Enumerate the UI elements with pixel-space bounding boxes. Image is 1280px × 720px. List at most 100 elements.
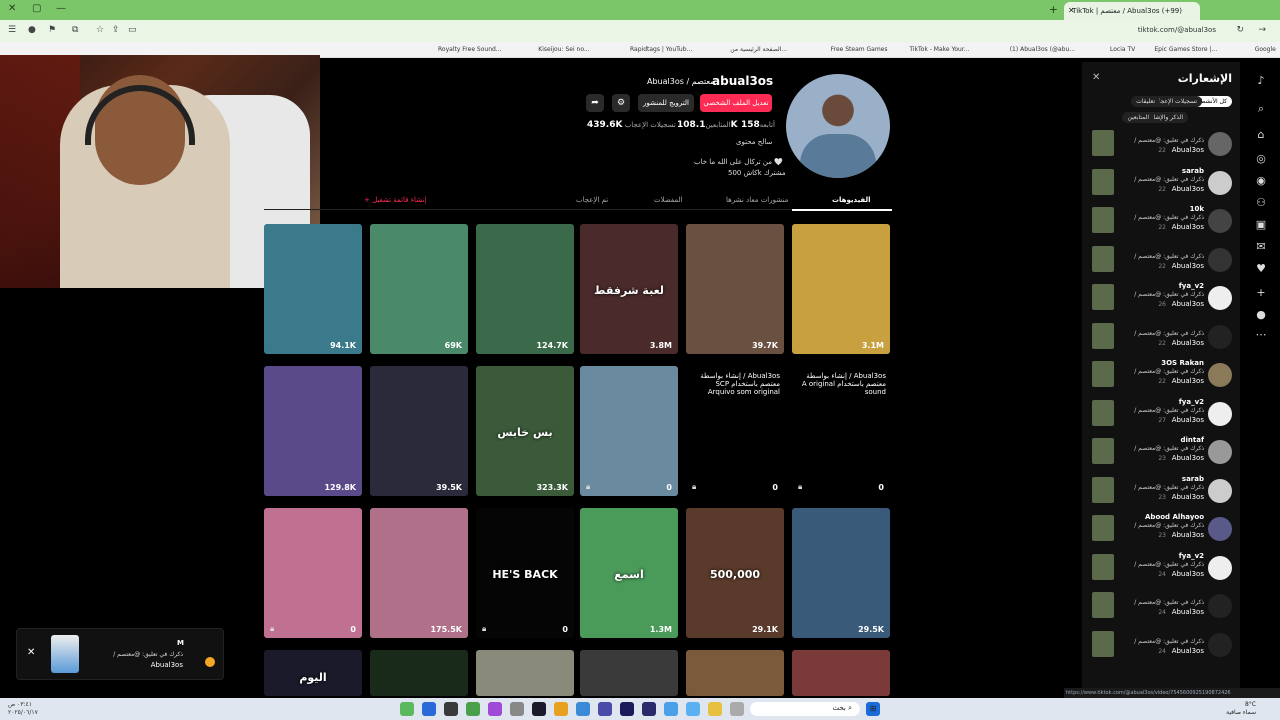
avatar[interactable] xyxy=(1208,324,1232,349)
notification-video-thumb[interactable] xyxy=(1092,130,1114,156)
profile-icon[interactable]: ● xyxy=(1252,306,1270,324)
video-thumbnail[interactable] xyxy=(370,650,468,696)
home-icon[interactable]: ⌂ xyxy=(1252,126,1270,144)
video-thumbnail[interactable]: Abual3os / إنشاء بواسطة معتصم باستخدام A… xyxy=(792,366,890,496)
notification-video-thumb[interactable] xyxy=(1092,553,1114,580)
video-thumbnail[interactable]: 124.7K xyxy=(476,224,574,354)
create-playlist-button[interactable]: + إنشاء قائمة تشغيل xyxy=(364,196,426,204)
video-thumbnail[interactable] xyxy=(476,650,574,696)
taskbar-search[interactable]: بحث ⌕ xyxy=(750,702,860,716)
avatar[interactable] xyxy=(1208,401,1232,426)
live-icon[interactable]: ▣ xyxy=(1252,216,1270,234)
app-icon[interactable] xyxy=(466,702,480,716)
avatar[interactable] xyxy=(1208,170,1232,195)
notification-video-thumb[interactable] xyxy=(1092,207,1114,233)
app-icon[interactable] xyxy=(730,702,744,716)
messages-icon[interactable]: ✉ xyxy=(1252,238,1270,256)
bookmark-item[interactable]: Rapidtags | YouTub... xyxy=(630,46,692,53)
video-thumbnail[interactable]: 29.5K xyxy=(792,508,890,638)
video-thumbnail[interactable]: 69K xyxy=(370,224,468,354)
bookmark-item[interactable]: الصفحة الرئيسية من... xyxy=(730,46,787,53)
url-field[interactable]: tiktok.com/@abual3os xyxy=(1138,26,1216,34)
app-icon[interactable] xyxy=(488,702,502,716)
notification-item[interactable]: fya_v2 ذكرك في تعليق: @معتصم / Abual3os 24 xyxy=(1090,552,1232,586)
notification-item[interactable]: ذكرك في تعليق: @معتصم / Abual3os 22 xyxy=(1090,321,1232,355)
notification-item[interactable]: ذكرك في تعليق: @معتصم / Abual3os 22 xyxy=(1090,128,1232,162)
bookmark-item[interactable]: Locia TV xyxy=(1110,46,1135,53)
friends-icon[interactable]: ⚇ xyxy=(1252,194,1270,212)
notification-filter-chip[interactable]: تعليقات xyxy=(1131,96,1160,107)
notification-item[interactable]: dintaf ذكرك في تعليق: @معتصم / Abual3os 23 xyxy=(1090,436,1232,470)
tab-favorites[interactable]: المفضلات xyxy=(654,196,683,204)
following-stat[interactable]: أتابعه158 xyxy=(738,120,775,130)
app-icon[interactable] xyxy=(510,702,524,716)
bookmark-item[interactable]: Kiseijou: Sei no... xyxy=(538,46,589,53)
share-icon[interactable]: ⇪ xyxy=(112,25,120,35)
forward-icon[interactable]: → xyxy=(1258,25,1266,35)
notification-video-thumb[interactable] xyxy=(1092,322,1114,349)
explore-icon[interactable]: ◎ xyxy=(1252,150,1270,168)
bookmark-item[interactable]: (1) Abual3os (@abu... xyxy=(1010,46,1075,53)
close-toast-icon[interactable]: ✕ xyxy=(27,647,35,658)
browser-tab[interactable]: ✕ (99+) Abual3os / معتصم | TikTok xyxy=(1064,2,1200,20)
avatar[interactable] xyxy=(1208,247,1232,272)
video-thumbnail[interactable]: 500,000 29.1K xyxy=(686,508,784,638)
video-thumbnail[interactable]: HE'S BACK 0 🔒︎ xyxy=(476,508,574,638)
notification-video-thumb[interactable] xyxy=(1092,630,1114,657)
avatar[interactable] xyxy=(1208,478,1232,503)
app-icon[interactable] xyxy=(554,702,568,716)
video-thumbnail[interactable] xyxy=(580,650,678,696)
notification-video-thumb[interactable] xyxy=(1092,361,1114,387)
avatar[interactable] xyxy=(1208,517,1232,541)
new-tab-button[interactable]: + xyxy=(1049,3,1058,16)
notification-item[interactable]: ذكرك في تعليق: @معتصم / Abual3os 22 xyxy=(1090,244,1232,278)
notification-item[interactable]: ذكرك في تعليق: @معتصم / Abual3os 24 xyxy=(1090,629,1232,663)
video-thumbnail[interactable]: Abual3os / إنشاء بواسطة معتصم باستخدام S… xyxy=(686,366,784,496)
profile-avatar[interactable] xyxy=(786,74,890,178)
notification-video-thumb[interactable] xyxy=(1092,476,1114,503)
avatar[interactable] xyxy=(1208,632,1232,657)
followers-stat[interactable]: المتابعين108.1K xyxy=(674,120,738,130)
bookmark-item[interactable]: Google xyxy=(1255,46,1276,53)
video-thumbnail[interactable]: 0 🔒︎ xyxy=(264,508,362,638)
settings-gear-icon[interactable]: ⚙ xyxy=(612,94,630,112)
bookmark-item[interactable]: TikTok - Make Your... xyxy=(909,46,969,53)
notification-toast[interactable]: ✕ M ذكرك في تعليق: @معتصم / Abual3os xyxy=(16,628,224,680)
windows-start-icon[interactable]: ⊞ xyxy=(866,702,880,716)
avatar[interactable] xyxy=(1208,286,1232,310)
notification-item[interactable]: Abood Alhayoo ذكرك في تعليق: @معتصم / Abua… xyxy=(1090,513,1232,547)
following-icon[interactable]: ◉ xyxy=(1252,172,1270,190)
notification-item[interactable]: ذكرك في تعليق: @معتصم / Abual3os 24 xyxy=(1090,590,1232,624)
video-thumbnail[interactable]: اسمع 1.3M xyxy=(580,508,678,638)
app-icon[interactable] xyxy=(576,702,590,716)
weather-widget[interactable]: 8°C سماء صافية xyxy=(1226,701,1256,717)
promote-post-button[interactable]: الترويج للمنشور xyxy=(638,94,694,112)
minimize-icon[interactable]: — xyxy=(56,3,66,14)
file-explorer-icon[interactable] xyxy=(708,702,722,716)
notification-item[interactable]: 10k ذكرك في تعليق: @معتصم / Abual3os 22 xyxy=(1090,205,1232,239)
notification-item[interactable]: 3OS Rakan ذكرك في تعليق: @معتصم / Abual3os… xyxy=(1090,359,1232,393)
tab-videos[interactable]: الفيديوهات xyxy=(832,196,871,204)
activity-icon[interactable]: ♥ xyxy=(1252,260,1270,278)
close-window-icon[interactable]: ✕ xyxy=(8,3,16,14)
page-action-icon[interactable]: ⧉ xyxy=(72,25,78,35)
notification-video-thumb[interactable] xyxy=(1092,399,1114,426)
tab-reposts[interactable]: منشورات معاد نشرها xyxy=(726,196,788,204)
taskbar-clock[interactable]: ٠٣:٤١ ص ٢٠٢٥/٠٦/١٧ xyxy=(8,701,38,717)
notification-video-thumb[interactable] xyxy=(1092,592,1114,618)
video-thumbnail[interactable]: 39.5K xyxy=(370,366,468,496)
bookmark-item[interactable]: Free Steam Games xyxy=(831,46,888,53)
avatar[interactable] xyxy=(1208,440,1232,464)
app-icon[interactable] xyxy=(642,702,656,716)
notification-item[interactable]: fya_v2 ذكرك في تعليق: @معتصم / Abual3os 26 xyxy=(1090,282,1232,316)
avatar[interactable] xyxy=(1208,363,1232,387)
video-thumbnail[interactable]: 3.1M xyxy=(792,224,890,354)
avatar[interactable] xyxy=(1208,132,1232,156)
video-thumbnail[interactable] xyxy=(686,650,784,696)
notification-item[interactable]: fya_v2 ذكرك في تعليق: @معتصم / Abual3os 27 xyxy=(1090,398,1232,432)
share-profile-icon[interactable]: ➦ xyxy=(586,94,604,112)
bookmark-item[interactable]: Epic Games Store |... xyxy=(1154,46,1217,53)
extension-icon[interactable]: ☰ xyxy=(8,25,16,35)
notification-video-thumb[interactable] xyxy=(1092,168,1114,195)
app-icon[interactable] xyxy=(444,702,458,716)
